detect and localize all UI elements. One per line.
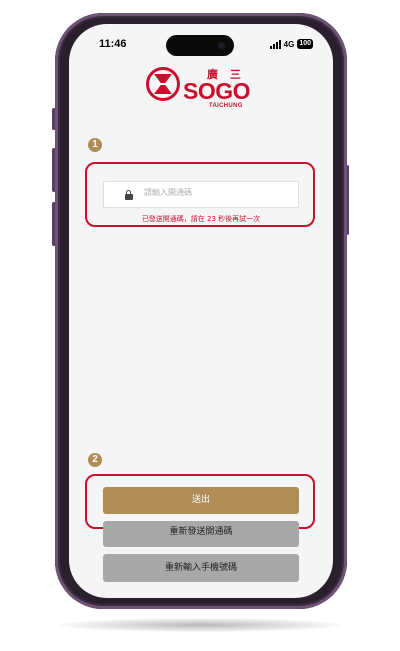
- resend-code-button[interactable]: 重新發送開通碼: [103, 521, 299, 547]
- reenter-phone-button[interactable]: 重新輸入手機號碼: [103, 554, 299, 582]
- code-sent-message: 已發送開通碼，請在 23 秒後再試一次: [141, 215, 261, 223]
- dynamic-island: [166, 35, 234, 56]
- battery-icon: 100: [297, 39, 313, 49]
- status-time: 11:46: [99, 38, 127, 50]
- verification-code-input[interactable]: [144, 188, 294, 197]
- sogo-emblem-icon: [146, 67, 180, 101]
- step-1-badge: 1: [88, 138, 102, 152]
- sogo-logo: 廣 三 SOGO TAICHUNG: [145, 64, 257, 114]
- network-label: 4G: [283, 39, 295, 49]
- phone-shadow: [60, 618, 340, 632]
- logo-subtitle: TAICHUNG: [209, 103, 243, 109]
- status-indicators: 4G 100: [269, 38, 313, 50]
- logo-wordmark: SOGO: [183, 78, 251, 104]
- signal-icon: [269, 39, 281, 49]
- submit-button[interactable]: 送出: [103, 487, 299, 514]
- camera-icon: [218, 42, 225, 49]
- step-2-badge: 2: [88, 453, 102, 467]
- phone-screen: 11:46 4G 100 廣 三 SOGO TAICHUNG 1 已發送開通碼，…: [69, 24, 333, 598]
- verification-code-field[interactable]: [103, 181, 299, 208]
- status-bar: 11:46 4G 100: [69, 24, 333, 64]
